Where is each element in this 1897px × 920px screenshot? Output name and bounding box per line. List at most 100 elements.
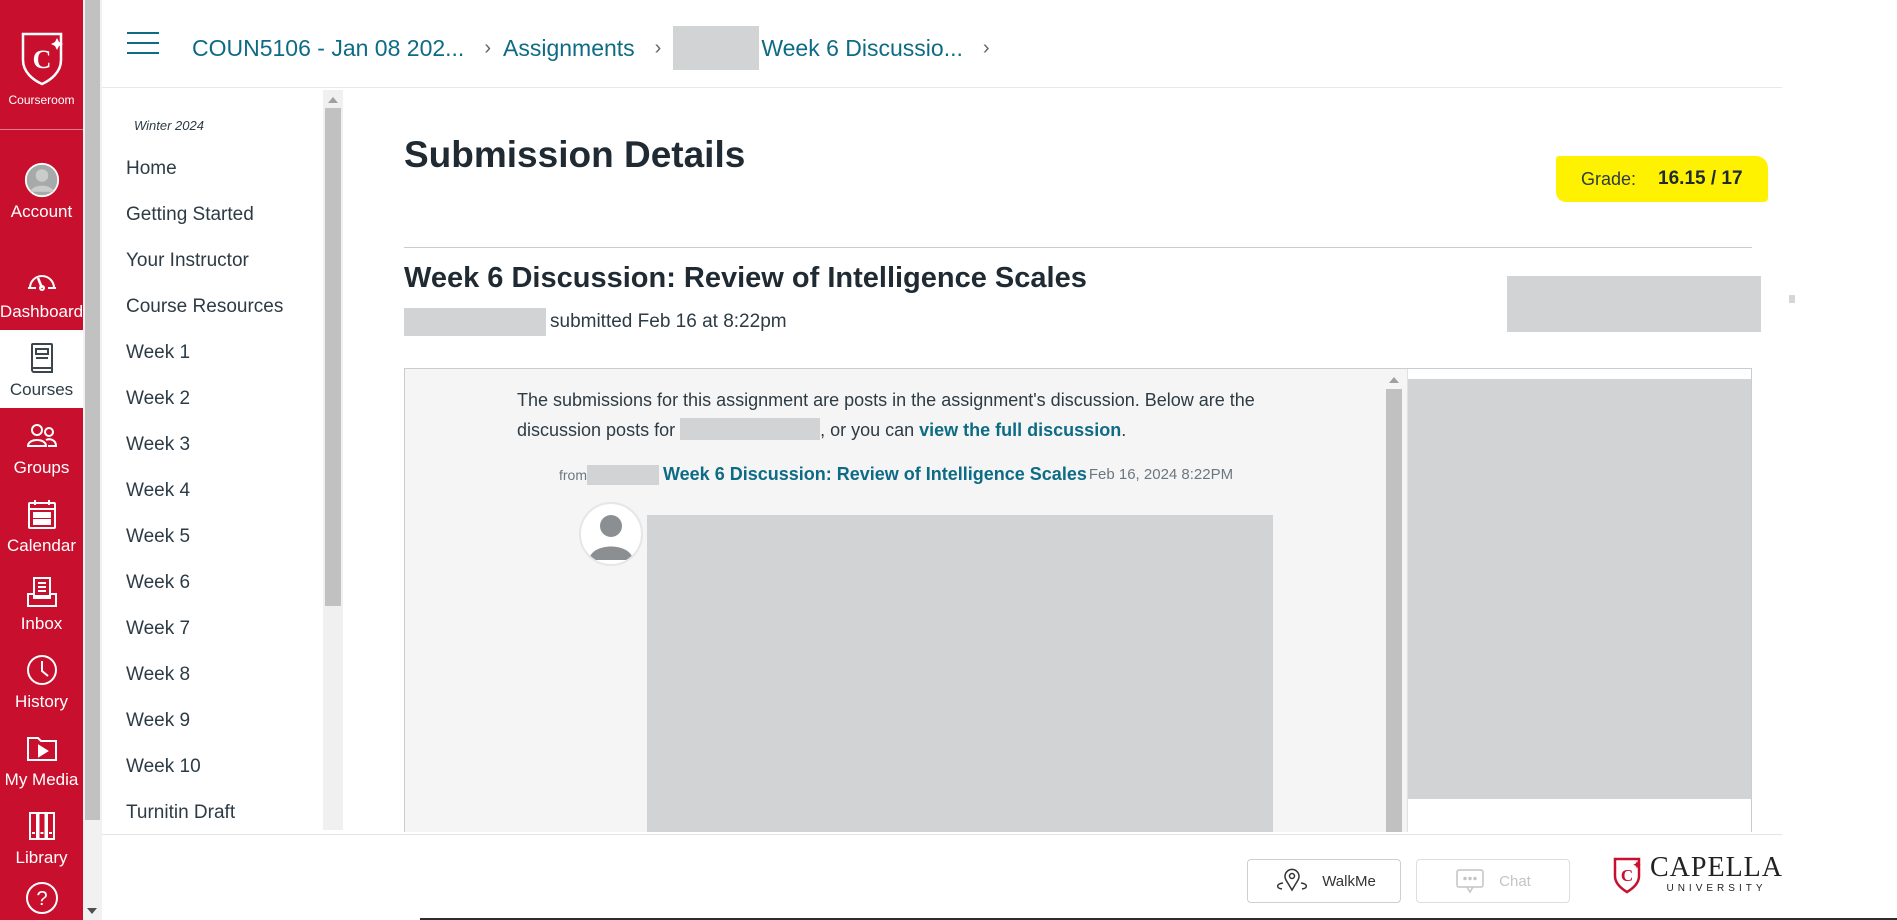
- chevron-right-icon: ›: [982, 36, 990, 59]
- library-books-icon: [22, 806, 62, 846]
- submitted-text: submitted Feb 16 at 8:22pm: [550, 311, 787, 332]
- global-nav: C Courseroom Account Dashboard Courses G…: [0, 0, 83, 920]
- course-nav-item-week-10[interactable]: Week 10: [126, 754, 283, 800]
- capella-logo-subtitle: UNIVERSITY: [1666, 883, 1767, 894]
- intro-text: , or you can: [820, 420, 920, 440]
- assignment-title: Week 6 Discussion: Review of Intelligenc…: [404, 262, 1087, 294]
- avatar-placeholder-icon: [589, 515, 633, 560]
- global-nav-groups[interactable]: Groups: [0, 408, 83, 486]
- global-nav-my-media-label: My Media: [4, 770, 79, 789]
- course-nav: Winter 2024 Home Getting Started Your Inst…: [102, 90, 345, 832]
- discussion-intro: The submissions for this assignment are …: [517, 385, 1277, 445]
- discussion-scrollbar[interactable]: [1383, 369, 1405, 832]
- course-nav-item-week-4[interactable]: Week 4: [126, 478, 283, 524]
- global-nav-account[interactable]: Account: [0, 152, 83, 230]
- discussion-scrollbar-thumb[interactable]: [1386, 389, 1402, 832]
- course-nav-item-week-8[interactable]: Week 8: [126, 662, 283, 708]
- chat-bubble-icon: [1456, 869, 1484, 894]
- svg-text:C: C: [32, 45, 51, 74]
- course-nav-item-week-1[interactable]: Week 1: [126, 340, 283, 386]
- dashboard-gauge-icon: [22, 260, 62, 300]
- course-nav-scrollbar-thumb[interactable]: [325, 108, 341, 606]
- page-scrollbar-thumb[interactable]: [85, 0, 100, 820]
- course-nav-item-turnitin-draft[interactable]: Turnitin Draft: [126, 800, 283, 832]
- chat-label: Chat: [1499, 872, 1531, 890]
- global-nav-library-label: Library: [15, 848, 68, 867]
- from-label: from: [559, 466, 587, 483]
- scroll-up-arrow-icon[interactable]: [328, 97, 338, 103]
- global-nav-inbox-label: Inbox: [20, 614, 63, 633]
- media-folder-icon: [22, 728, 62, 768]
- grade-label: Grade:: [1581, 168, 1637, 189]
- redacted-post-body: [647, 515, 1273, 832]
- page-scrollbar[interactable]: [83, 0, 102, 920]
- post-timestamp: Feb 16, 2024 8:22PM: [1088, 466, 1234, 483]
- course-nav-list: Home Getting Started Your Instructor Course…: [126, 156, 283, 832]
- page-header: COUN5106 - Jan 08 202... › Assignments ›…: [102, 0, 1782, 88]
- discussion-posts-pane: The submissions for this assignment are …: [405, 369, 1405, 832]
- walkme-pin-icon: [1277, 868, 1308, 892]
- breadcrumb-assignment-link[interactable]: Week 6 Discussio...: [761, 35, 963, 62]
- breadcrumb-assignments-link[interactable]: Assignments: [503, 35, 635, 62]
- redacted-block: [673, 26, 760, 70]
- course-nav-item-week-7[interactable]: Week 7: [126, 616, 283, 662]
- course-nav-item-week-3[interactable]: Week 3: [126, 432, 283, 478]
- global-nav-account-label: Account: [10, 202, 73, 221]
- course-nav-item-week-9[interactable]: Week 9: [126, 708, 283, 754]
- scroll-up-arrow-icon[interactable]: [1389, 377, 1399, 383]
- global-nav-courses[interactable]: Courses: [0, 330, 83, 408]
- side-pane: [1407, 369, 1751, 832]
- global-nav-history[interactable]: History: [0, 642, 83, 720]
- courseroom-label: Courseroom: [8, 93, 75, 107]
- footer-bar: WalkMe Chat C CAPELLA UNIVERSITY: [102, 834, 1897, 920]
- redacted-block: [1408, 379, 1751, 799]
- discussion-frame: The submissions for this assignment are …: [404, 368, 1752, 832]
- capella-logo-name: CAPELLA: [1650, 852, 1783, 883]
- submission-info: submitted Feb 16 at 8:22pm: [404, 308, 787, 336]
- course-term-label: Winter 2024: [134, 118, 204, 133]
- account-avatar-icon: [22, 160, 62, 200]
- walkme-button[interactable]: WalkMe: [1247, 859, 1401, 903]
- course-nav-item-week-6[interactable]: Week 6: [126, 570, 283, 616]
- course-nav-scrollbar[interactable]: [323, 90, 343, 830]
- capella-shield-icon: C: [21, 32, 63, 86]
- course-nav-item-week-5[interactable]: Week 5: [126, 524, 283, 570]
- intro-text: .: [1121, 420, 1127, 440]
- svg-text:C: C: [1621, 866, 1633, 885]
- breadcrumb-course-link[interactable]: COUN5106 - Jan 08 202...: [192, 35, 464, 62]
- course-nav-item-home[interactable]: Home: [126, 156, 283, 202]
- global-nav-calendar[interactable]: Calendar: [0, 486, 83, 564]
- course-nav-item-getting-started[interactable]: Getting Started: [126, 202, 283, 248]
- course-nav-item-your-instructor[interactable]: Your Instructor: [126, 248, 283, 294]
- redacted-block: [1507, 276, 1761, 332]
- capella-shield-icon: C: [1613, 857, 1641, 893]
- global-nav-inbox[interactable]: Inbox: [0, 564, 83, 642]
- global-nav-dashboard[interactable]: Dashboard: [0, 252, 83, 330]
- breadcrumb: COUN5106 - Jan 08 202... › Assignments ›…: [192, 26, 1002, 70]
- post-discussion-link[interactable]: Week 6 Discussion: Review of Intelligenc…: [663, 464, 1087, 485]
- svg-text:?: ?: [36, 888, 47, 910]
- inbox-icon: [22, 572, 62, 612]
- courses-book-icon: [22, 338, 62, 378]
- groups-icon: [22, 416, 62, 456]
- global-nav-history-label: History: [15, 692, 68, 711]
- page-title: Submission Details: [404, 134, 746, 175]
- post-meta: from Week 6 Discussion: Review of Intell…: [559, 464, 1233, 485]
- calendar-icon: [22, 494, 62, 534]
- hamburger-menu-icon[interactable]: [127, 32, 159, 54]
- global-nav-dashboard-label: Dashboard: [0, 302, 84, 321]
- global-nav-groups-label: Groups: [13, 458, 70, 477]
- courseroom-logo-link[interactable]: C Courseroom: [0, 0, 83, 130]
- chat-button[interactable]: Chat: [1416, 859, 1570, 903]
- chevron-right-icon: ›: [654, 36, 662, 59]
- global-nav-my-media[interactable]: My Media: [0, 720, 83, 798]
- course-nav-item-course-resources[interactable]: Course Resources: [126, 294, 283, 340]
- course-nav-item-week-2[interactable]: Week 2: [126, 386, 283, 432]
- scroll-down-arrow-icon[interactable]: [87, 908, 97, 914]
- redacted-student-name: [404, 308, 546, 336]
- global-nav-library[interactable]: Library: [0, 798, 83, 876]
- walkme-label: WalkMe: [1322, 872, 1376, 890]
- global-nav-help[interactable]: ?: [0, 876, 83, 920]
- view-full-discussion-link[interactable]: view the full discussion: [919, 420, 1121, 440]
- decorative-mark: [1789, 295, 1795, 303]
